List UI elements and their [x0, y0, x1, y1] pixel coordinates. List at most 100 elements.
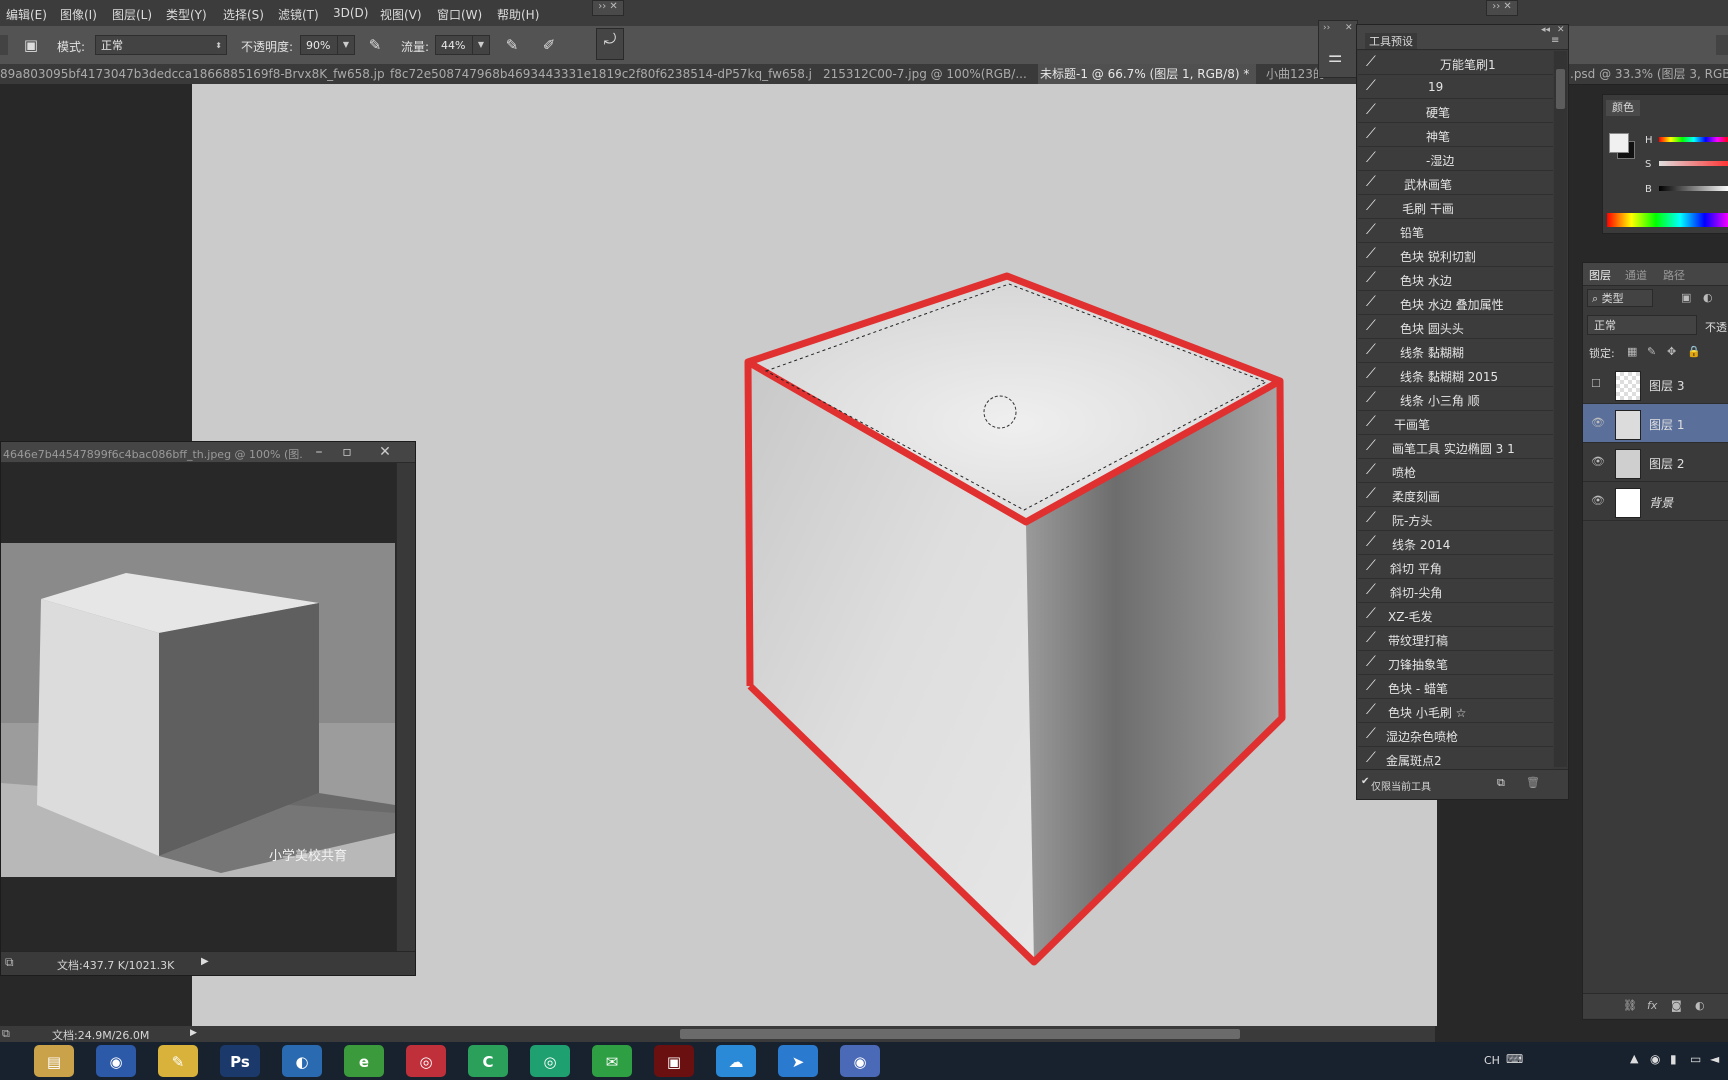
preset-item[interactable]: ⟋ 喷枪 [1358, 459, 1553, 483]
preset-item[interactable]: ⟋ 色块 水边 叠加属性 [1358, 291, 1553, 315]
menu-type[interactable]: 类型(Y) [166, 6, 207, 23]
brush-panel-toggle-icon[interactable]: ▣ [20, 35, 42, 55]
volume-icon[interactable]: ◄ [1710, 1052, 1719, 1066]
preset-item[interactable]: ⟋ 金属斑点2 [1358, 747, 1553, 771]
layer-filter-select[interactable]: ⌕ 类型 [1587, 289, 1653, 307]
tab-doc-1[interactable]: 89a803095bf4173047b3dedcca1866885169f8-B… [0, 64, 384, 84]
layer-row[interactable]: ☐ 图层 3 [1583, 365, 1728, 404]
layer-row[interactable]: 👁 图层 1 [1583, 404, 1728, 443]
link-layers-icon[interactable]: ⛓ [1623, 999, 1637, 1012]
tray-arrow-icon[interactable]: ▲ [1630, 1052, 1638, 1065]
collapse-control-icon[interactable]: ›› ✕ [1486, 0, 1518, 16]
history-icon[interactable]: ⤾ [596, 28, 624, 60]
menu-image[interactable]: 图像(I) [60, 6, 97, 23]
menu-window[interactable]: 窗口(W) [437, 6, 482, 23]
preset-item[interactable]: ⟋ 万能笔刷1 [1358, 51, 1553, 75]
eye-icon[interactable]: 👁 [1591, 455, 1605, 468]
preset-item[interactable]: ⟋ 阮-方头 [1358, 507, 1553, 531]
preset-item[interactable]: ⟋ 干画笔 [1358, 411, 1553, 435]
filter-adjust-icon[interactable]: ◐ [1703, 291, 1713, 304]
menu-edit[interactable]: 编辑(E) [6, 6, 47, 23]
checkbox-checked-icon[interactable]: ✔ [1361, 776, 1369, 787]
lock-position-icon[interactable]: ✥ [1667, 345, 1676, 358]
close-dock-icon[interactable]: ✕ [1345, 23, 1353, 33]
preset-item[interactable]: ⟋ 线条 黏糊糊 [1358, 339, 1553, 363]
reference-vertical-scrollbar[interactable] [396, 463, 415, 951]
preset-item[interactable]: ⟋ 线条 黏糊糊 2015 [1358, 363, 1553, 387]
filter-pixel-icon[interactable]: ▣ [1681, 291, 1691, 304]
menu-layer[interactable]: 图层(L) [112, 6, 152, 23]
status-menu-arrow-icon[interactable]: ▶ [201, 956, 209, 967]
tab-paths[interactable]: 路径 [1663, 267, 1685, 283]
add-mask-icon[interactable]: ◙ [1671, 999, 1682, 1012]
close-panel-icon[interactable]: ✕ [1557, 25, 1565, 35]
preset-item[interactable]: ⟋ 硬笔 [1358, 99, 1553, 123]
preset-item[interactable]: ⟋ 带纹理打稿 [1358, 627, 1553, 651]
preset-item[interactable]: ⟋ 色块 小毛刷 ☆ [1358, 699, 1553, 723]
reference-viewport[interactable]: 小学美校共育 [1, 463, 396, 951]
brightness-slider[interactable] [1659, 186, 1728, 191]
reference-window-titlebar[interactable]: 4646e7b44547899f6c4bac086bff_th.jpeg @ 1… [1, 442, 415, 463]
eye-icon[interactable]: 👁 [1591, 416, 1605, 429]
zoom-preview-icon[interactable]: ⧉ [5, 955, 14, 970]
mode-select[interactable]: 正常 ⬍ [95, 35, 227, 55]
tab-color[interactable]: 颜色 [1606, 100, 1640, 116]
preset-item[interactable]: ⟋ -湿边 [1358, 147, 1553, 171]
preset-item[interactable]: ⟋ 柔度刻画 [1358, 483, 1553, 507]
status-menu-arrow-icon[interactable]: ▶ [190, 1028, 197, 1038]
opacity-dropdown-icon[interactable]: ▼ [337, 35, 355, 55]
maximize-icon[interactable]: ▫ [337, 443, 357, 461]
preset-item[interactable]: ⟋ 线条 小三角 顺 [1358, 387, 1553, 411]
preset-item[interactable]: ⟋ 色块 水边 [1358, 267, 1553, 291]
tool-presets-header[interactable]: 工具预设 ◂◂ ✕ ≡ [1357, 25, 1568, 50]
saturation-slider[interactable] [1659, 161, 1728, 166]
preset-item[interactable]: ⟋ 刀锋抽象笔 [1358, 651, 1553, 675]
horizontal-scrollbar-thumb[interactable] [680, 1029, 1240, 1039]
lock-transparent-icon[interactable]: ▦ [1627, 345, 1637, 358]
lock-pixels-icon[interactable]: ✎ [1647, 345, 1656, 358]
media-app-icon[interactable]: ▣ [654, 1045, 694, 1077]
preset-item[interactable]: ⟋ 神笔 [1358, 123, 1553, 147]
preset-item[interactable]: ⟋ 湿边杂色喷枪 [1358, 723, 1553, 747]
preset-item[interactable]: ⟋ 色块 - 蜡笔 [1358, 675, 1553, 699]
input-language[interactable]: CH [1484, 1054, 1500, 1067]
360-browser-icon[interactable]: e [344, 1045, 384, 1077]
browser-icon[interactable]: ◐ [282, 1045, 322, 1077]
collapse-panel-icon[interactable]: ◂◂ [1541, 25, 1550, 35]
menu-view[interactable]: 视图(V) [380, 6, 422, 23]
delete-preset-icon[interactable]: 🗑 [1526, 776, 1540, 789]
baidu-cloud-icon[interactable]: ☁ [716, 1045, 756, 1077]
tab-doc-3[interactable]: 215312C00-7.jpg @ 100%(RGB/...× [823, 64, 1034, 84]
panel-menu-icon[interactable]: ≡ [1551, 35, 1559, 46]
zoom-preview-icon[interactable]: ⧉ [2, 1027, 10, 1041]
lock-all-icon[interactable]: 🔒 [1687, 345, 1701, 358]
preset-item[interactable]: ⟋ 19 [1358, 75, 1553, 99]
menu-3d[interactable]: 3D(D) [333, 6, 368, 20]
network-icon[interactable]: ▮ [1670, 1052, 1677, 1066]
blend-mode-select[interactable]: 正常 [1587, 315, 1697, 335]
menu-filter[interactable]: 滤镜(T) [278, 6, 319, 23]
close-icon[interactable]: ✕ [375, 443, 395, 461]
presets-scrollbar[interactable] [1554, 51, 1567, 767]
tab-channels[interactable]: 通道 [1625, 267, 1647, 283]
fx-icon[interactable]: fx [1647, 999, 1657, 1012]
pressure-size-icon[interactable]: ✐ [538, 35, 560, 55]
color-spectrum[interactable] [1607, 213, 1728, 227]
layer-row[interactable]: 👁 图层 2 [1583, 443, 1728, 482]
keyboard-icon[interactable]: ⌨ [1506, 1052, 1523, 1066]
tool-presets-icon[interactable]: ⚌ [1328, 47, 1342, 66]
qq-icon[interactable]: ◉ [96, 1045, 136, 1077]
preset-item[interactable]: ⟋ 线条 2014 [1358, 531, 1553, 555]
eye-icon[interactable]: 👁 [1591, 494, 1605, 507]
preset-item[interactable]: ⟋ 斜切 平角 [1358, 555, 1553, 579]
camtasia-icon[interactable]: C [468, 1045, 508, 1077]
new-preset-icon[interactable]: ⧉ [1497, 776, 1505, 790]
notepad-icon[interactable]: ✎ [158, 1045, 198, 1077]
tool-preset-picker[interactable] [0, 35, 8, 55]
preset-item[interactable]: ⟋ 画笔工具 实边椭圆 3 1 [1358, 435, 1553, 459]
layer-row[interactable]: 👁 背景 [1583, 482, 1728, 521]
tool-presets-tab[interactable]: 工具预设 [1365, 33, 1417, 49]
preset-item[interactable]: ⟋ 铅笔 [1358, 219, 1553, 243]
iqiyi-icon[interactable]: ◎ [530, 1045, 570, 1077]
tab-doc-2[interactable]: f8c72e508747968b4693443331e1819c2f80f623… [390, 64, 813, 84]
